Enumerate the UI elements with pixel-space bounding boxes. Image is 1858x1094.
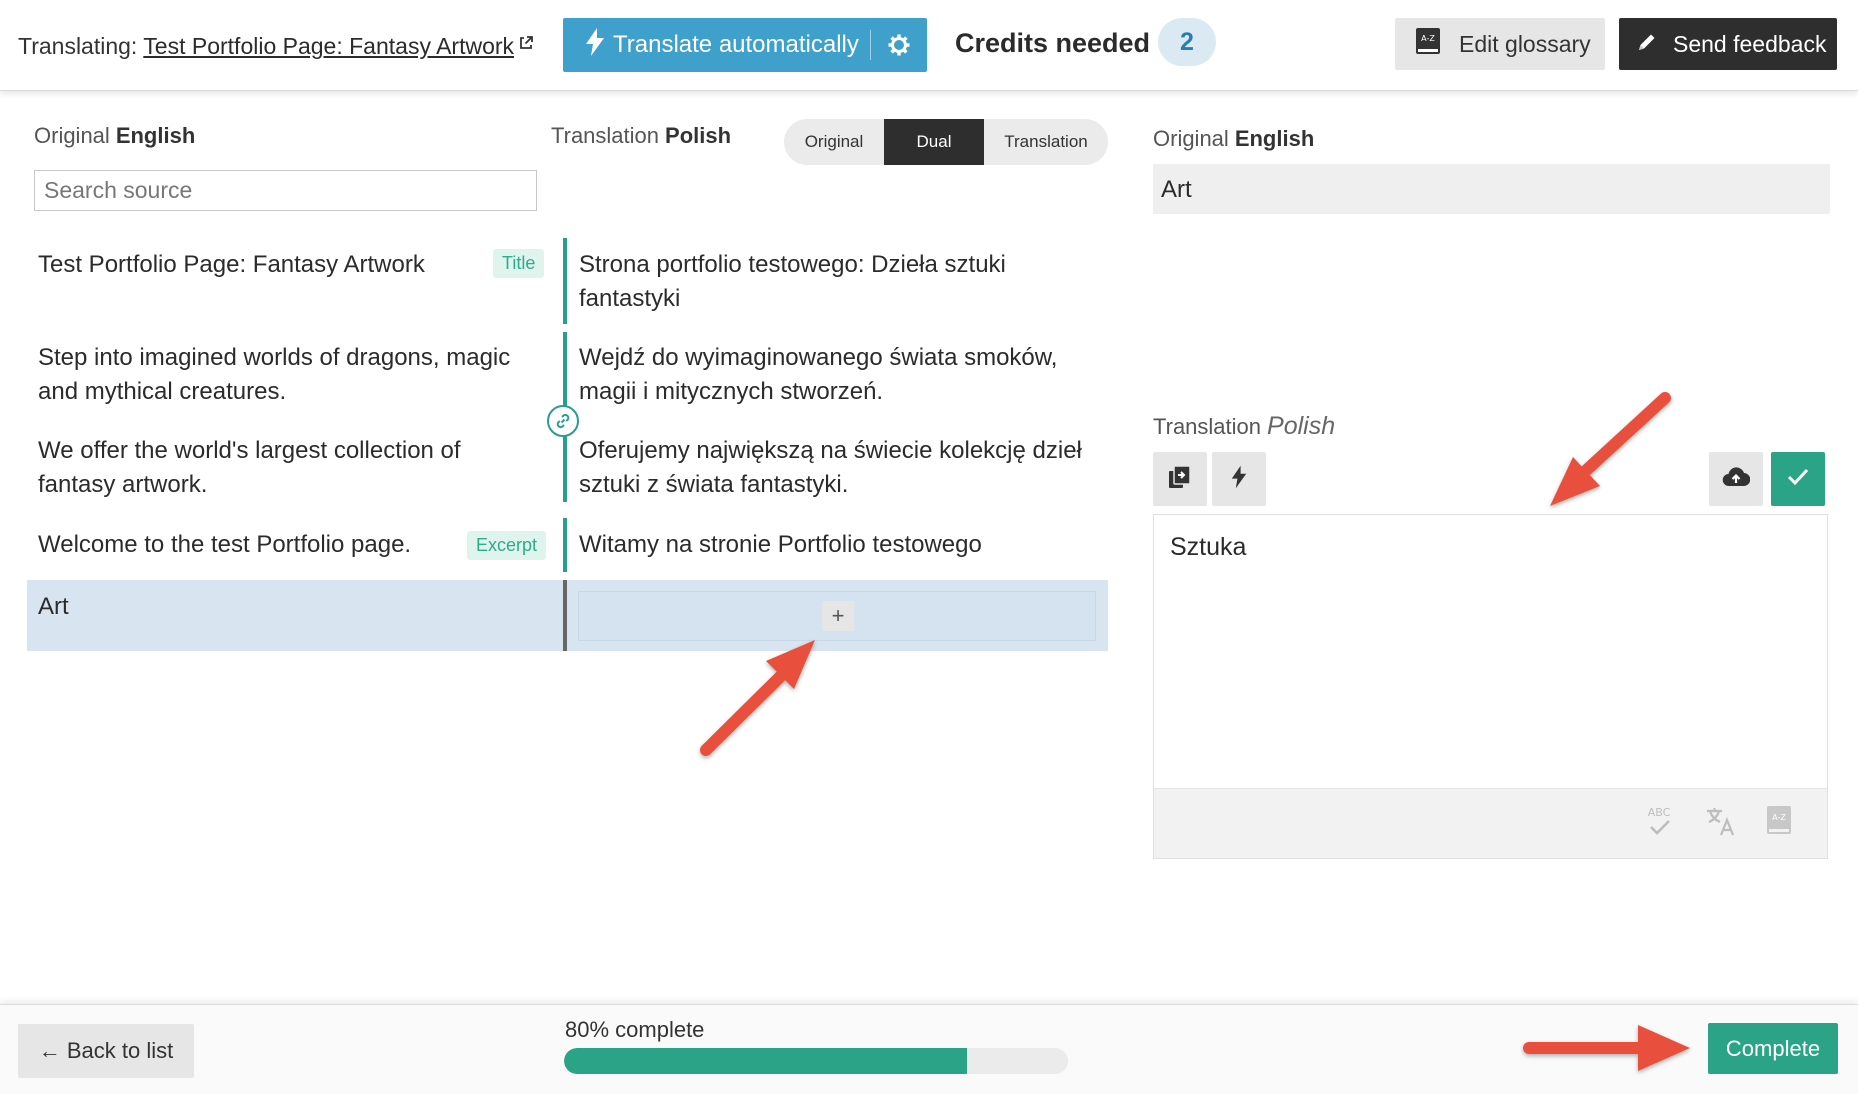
source-segment[interactable]: Step into imagined worlds of dragons, ma… [38, 341, 538, 409]
save-draft-button[interactable] [1709, 452, 1763, 506]
glossary-icon-text: A-Z [1772, 813, 1786, 822]
translation-language: Polish [665, 123, 732, 148]
machine-translate-button[interactable] [1212, 452, 1266, 506]
annotation-arrow [1550, 392, 1671, 506]
copy-source-button[interactable] [1153, 452, 1207, 506]
lightning-icon [585, 27, 605, 63]
credits-count-badge: 2 [1158, 18, 1216, 66]
glossary-icon-text: A-Z [1421, 34, 1435, 43]
view-dual-option[interactable]: Dual [884, 119, 984, 165]
right-translation-language: Polish [1267, 412, 1336, 440]
translating-info: Translating: Test Portfolio Page: Fantas… [18, 30, 534, 60]
send-feedback-button[interactable]: Send feedback [1619, 18, 1837, 70]
translation-segment[interactable]: Oferujemy największą na świecie kolekcję… [579, 434, 1109, 502]
view-translation-option[interactable]: Translation [984, 119, 1108, 165]
copy-source-icon [1168, 464, 1192, 494]
translation-segment[interactable]: Witamy na stronie Portfolio testowego [579, 528, 1109, 562]
translating-label: Translating: [18, 33, 138, 59]
original-text-box: Art [1153, 164, 1830, 214]
annotation-arrow [700, 640, 815, 756]
segment-divider [563, 238, 567, 324]
translation-editor-text[interactable]: Sztuka [1170, 533, 1246, 562]
active-source-segment[interactable]: Art [38, 590, 478, 624]
back-to-list-button[interactable]: ← Back to list [18, 1024, 194, 1078]
view-mode-toggle[interactable]: Original Dual Translation [784, 119, 1108, 165]
pencil-icon [1637, 31, 1657, 58]
translation-column-header: Translation Polish [551, 123, 731, 149]
translate-automatically-button[interactable]: Translate automatically [563, 18, 927, 72]
segment-divider [563, 518, 567, 572]
link-icon[interactable] [547, 405, 579, 437]
glossary-book-icon: A-Z [1415, 27, 1441, 61]
edit-glossary-label: Edit glossary [1459, 30, 1591, 57]
source-segment[interactable]: Test Portfolio Page: Fantasy Artwork [38, 248, 478, 282]
page-title-link[interactable]: Test Portfolio Page: Fantasy Artwork [143, 33, 514, 59]
view-original-option[interactable]: Original [784, 119, 884, 165]
translation-editor[interactable]: Sztuka ABC A-Z [1153, 514, 1828, 859]
source-segment[interactable]: We offer the world's largest collection … [38, 434, 518, 502]
spellcheck-icon-text: ABC [1648, 806, 1671, 819]
right-original-header: Original English [1153, 126, 1314, 152]
checkmark-icon [1786, 467, 1810, 492]
complete-button[interactable]: Complete [1708, 1023, 1838, 1074]
right-translation-label: Translation [1153, 414, 1262, 439]
active-segment-divider [563, 580, 567, 651]
cloud-upload-icon [1722, 466, 1751, 493]
right-original-language: English [1234, 126, 1315, 151]
bottom-bar: ← Back to list 80% complete Complete [0, 1004, 1858, 1094]
glossary-book-icon[interactable]: A-Z [1766, 805, 1792, 840]
translate-icon[interactable] [1705, 805, 1737, 842]
send-feedback-label: Send feedback [1673, 30, 1827, 57]
original-label: Original [34, 123, 110, 148]
translation-segment[interactable]: Wejdź do wyimaginowanego świata smoków, … [579, 341, 1109, 409]
add-translation-button[interactable]: + [822, 601, 854, 631]
translate-automatically-label: Translate automatically [613, 31, 859, 58]
editor-toolbar: ABC A-Z [1154, 788, 1827, 858]
translation-label: Translation [551, 123, 660, 148]
gear-icon[interactable] [871, 18, 927, 72]
external-link-icon[interactable] [518, 30, 534, 57]
title-tag: Title [493, 249, 545, 278]
original-language: English [115, 123, 196, 148]
progress-bar [564, 1048, 1068, 1074]
spellcheck-icon[interactable]: ABC [1645, 805, 1673, 844]
lightning-icon [1231, 465, 1247, 494]
progress-label: 80% complete [565, 1017, 705, 1042]
credits-needed-label: Credits needed [955, 28, 1151, 58]
edit-glossary-button[interactable]: A-Z Edit glossary [1395, 18, 1605, 70]
excerpt-tag: Excerpt [467, 531, 547, 560]
source-column-header: Original English [34, 123, 195, 149]
right-original-label: Original [1153, 126, 1229, 151]
translate-automatically-main[interactable]: Translate automatically [563, 18, 870, 72]
top-bar: Translating: Test Portfolio Page: Fantas… [0, 0, 1858, 91]
right-translation-header: Translation Polish [1153, 412, 1335, 441]
source-segment[interactable]: Welcome to the test Portfolio page. [38, 528, 478, 562]
confirm-translation-button[interactable] [1771, 452, 1825, 506]
search-source-input[interactable] [34, 170, 537, 211]
progress-fill [564, 1048, 968, 1074]
translation-segment[interactable]: Strona portfolio testowego: Dzieła sztuk… [579, 248, 1109, 316]
